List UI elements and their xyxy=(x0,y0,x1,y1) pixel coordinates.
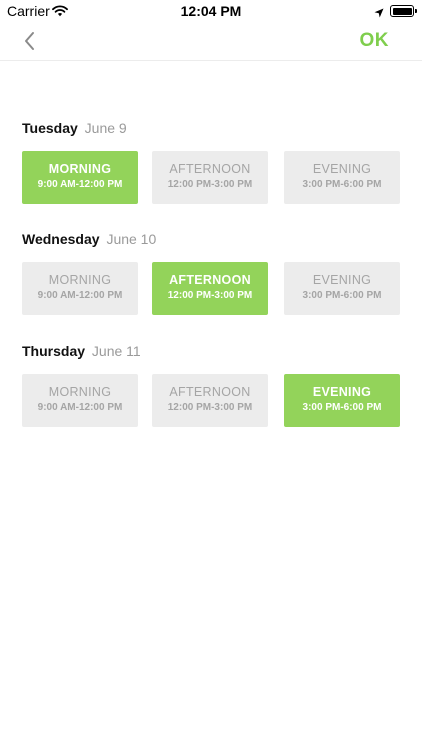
day-heading: Wednesday June 10 xyxy=(22,231,402,247)
day-section-thursday: Thursday June 11 MORNING 9:00 AM-12:00 P… xyxy=(22,343,402,427)
time-slot-group: MORNING 9:00 AM-12:00 PM AFTERNOON 12:00… xyxy=(22,262,402,315)
slot-label: EVENING xyxy=(312,385,372,399)
slot-time-range: 3:00 PM-6:00 PM xyxy=(302,179,382,190)
slot-afternoon[interactable]: AFTERNOON 12:00 PM-3:00 PM xyxy=(152,262,268,315)
slot-time-range: 9:00 AM-12:00 PM xyxy=(37,402,123,413)
slot-label: EVENING xyxy=(312,162,372,176)
date-label: June 9 xyxy=(84,120,127,136)
back-button[interactable] xyxy=(18,28,44,54)
slot-time-range: 9:00 AM-12:00 PM xyxy=(37,290,123,301)
slot-time-range: 12:00 PM-3:00 PM xyxy=(167,402,253,413)
slot-label: EVENING xyxy=(312,273,372,287)
status-time: 12:04 PM xyxy=(180,3,242,19)
slot-label: MORNING xyxy=(48,385,112,399)
date-label: June 10 xyxy=(106,231,157,247)
ok-button[interactable]: OK xyxy=(360,30,390,52)
slot-time-range: 3:00 PM-6:00 PM xyxy=(302,402,382,413)
slot-evening[interactable]: EVENING 3:00 PM-6:00 PM xyxy=(284,151,400,204)
day-section-wednesday: Wednesday June 10 MORNING 9:00 AM-12:00 … xyxy=(22,231,402,315)
slot-label: MORNING xyxy=(48,162,112,176)
chevron-left-icon xyxy=(25,32,34,50)
slot-morning[interactable]: MORNING 9:00 AM-12:00 PM xyxy=(22,151,138,204)
slot-time-range: 12:00 PM-3:00 PM xyxy=(167,290,253,301)
day-section-tuesday: Tuesday June 9 MORNING 9:00 AM-12:00 PM … xyxy=(22,120,402,204)
weekday-label: Tuesday xyxy=(22,120,78,136)
battery-icon xyxy=(390,5,417,17)
slot-afternoon[interactable]: AFTERNOON 12:00 PM-3:00 PM xyxy=(152,374,268,427)
time-slot-group: MORNING 9:00 AM-12:00 PM AFTERNOON 12:00… xyxy=(22,374,402,427)
time-slot-group: MORNING 9:00 AM-12:00 PM AFTERNOON 12:00… xyxy=(22,151,402,204)
slot-time-range: 9:00 AM-12:00 PM xyxy=(37,179,123,190)
location-arrow-icon xyxy=(374,5,384,21)
weekday-label: Wednesday xyxy=(22,231,100,247)
slot-label: MORNING xyxy=(48,273,112,287)
slot-time-range: 3:00 PM-6:00 PM xyxy=(302,290,382,301)
navigation-bar: OK xyxy=(0,22,422,61)
slot-label: AFTERNOON xyxy=(169,385,251,399)
slot-evening[interactable]: EVENING 3:00 PM-6:00 PM xyxy=(284,262,400,315)
day-heading: Thursday June 11 xyxy=(22,343,402,359)
slot-time-range: 12:00 PM-3:00 PM xyxy=(167,179,253,190)
slot-morning[interactable]: MORNING 9:00 AM-12:00 PM xyxy=(22,374,138,427)
date-label: June 11 xyxy=(91,343,141,359)
slot-label: AFTERNOON xyxy=(169,162,251,176)
slot-evening[interactable]: EVENING 3:00 PM-6:00 PM xyxy=(284,374,400,427)
status-bar: Carrier 12:04 PM xyxy=(0,0,422,22)
day-heading: Tuesday June 9 xyxy=(22,120,402,136)
slot-label: AFTERNOON xyxy=(169,273,251,287)
slot-morning[interactable]: MORNING 9:00 AM-12:00 PM xyxy=(22,262,138,315)
slot-afternoon[interactable]: AFTERNOON 12:00 PM-3:00 PM xyxy=(152,151,268,204)
weekday-label: Thursday xyxy=(22,343,86,359)
